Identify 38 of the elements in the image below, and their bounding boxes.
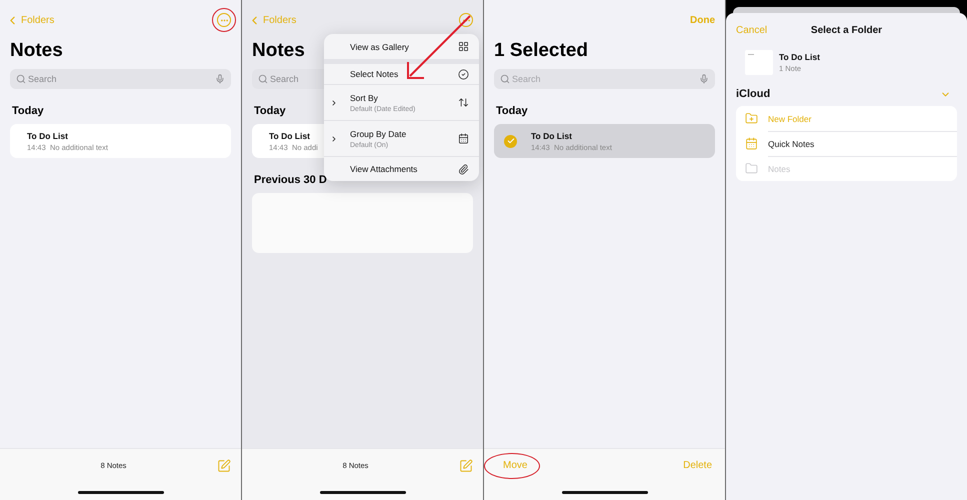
search-icon [16, 74, 26, 84]
note-thumbnail [745, 50, 773, 75]
page-title: Notes [252, 40, 305, 62]
search-icon [258, 74, 268, 84]
page-title: 1 Selected [494, 40, 588, 62]
folder-row[interactable]: Quick Notes [736, 131, 957, 156]
chevron-icon [330, 98, 338, 106]
quick-note-icon [745, 137, 758, 150]
chevron-icon [330, 134, 338, 142]
calendar-icon [458, 133, 469, 144]
section-heading: Today [12, 105, 44, 117]
note-title: To Do List [27, 130, 69, 140]
account-heading: iCloud [736, 88, 770, 100]
paperclip-icon [458, 164, 469, 174]
folder-icon [745, 162, 758, 175]
checkmark-circle-icon [458, 68, 469, 80]
note-title: To Do List [779, 52, 820, 62]
menu-item[interactable]: View as Gallery [324, 34, 479, 59]
grid-icon [458, 41, 469, 52]
folder-plus-icon [745, 112, 758, 125]
section-heading: Previous 30 D [254, 174, 327, 186]
search-field[interactable]: Search [10, 69, 231, 89]
note-title: To Do List [531, 130, 573, 140]
sort-arrows-icon [458, 97, 469, 108]
microphone-icon [215, 74, 225, 84]
section-heading: Today [496, 105, 528, 117]
selection-checkmark-icon [504, 134, 517, 148]
compose-button[interactable] [216, 458, 231, 472]
more-button[interactable] [217, 13, 231, 27]
compose-button[interactable] [458, 458, 473, 472]
note-title: To Do List [269, 130, 311, 140]
microphone-icon [699, 74, 709, 84]
more-button[interactable] [459, 13, 473, 27]
search-icon [500, 74, 510, 84]
menu-item[interactable]: Select Notes [324, 59, 479, 84]
sheet-title: Select a Folder [810, 24, 882, 36]
section-heading: Today [254, 105, 286, 117]
page-title: Notes [10, 40, 63, 62]
